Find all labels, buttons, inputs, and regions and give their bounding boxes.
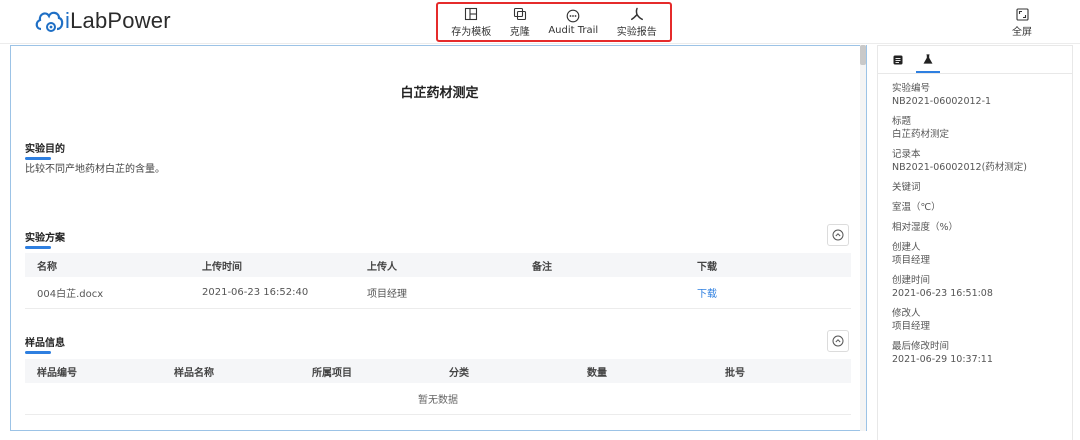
properties-tabs bbox=[878, 46, 1072, 74]
column-header: 分类 bbox=[449, 367, 469, 379]
cloud-logo-icon bbox=[34, 7, 64, 35]
scroll-thumb[interactable] bbox=[860, 45, 866, 65]
section-title-plan: 实验方案 bbox=[25, 229, 65, 249]
plan-table: 名称 上传时间 上传人 备注 下载 004白芷.docx 2021-06-23 … bbox=[25, 253, 851, 309]
prop-keywords: 关键词 bbox=[892, 181, 1072, 194]
prop-creator: 创建人 项目经理 bbox=[892, 241, 1072, 267]
audit-trail-button[interactable]: Audit Trail bbox=[548, 9, 598, 36]
table-row: 004白芷.docx 2021-06-23 16:52:40 项目经理 下载 bbox=[25, 277, 851, 309]
properties-panel: 实验编号 NB2021-06002012-1 标题白芷药材测定 记录本 NB2021… bbox=[877, 45, 1073, 440]
chevron-up-circle-icon bbox=[832, 335, 844, 347]
prop-key: 最后修改时间 bbox=[892, 341, 950, 352]
fullscreen-icon bbox=[1015, 8, 1029, 21]
clone-label: 克隆 bbox=[509, 26, 530, 38]
column-header: 上传人 bbox=[367, 261, 397, 273]
plan-table-header: 名称 上传时间 上传人 备注 下载 bbox=[25, 253, 851, 277]
prop-value: 2021-06-29 10:37:11 bbox=[892, 354, 993, 365]
uploader: 项目经理 bbox=[367, 289, 407, 300]
collapse-samples-button[interactable] bbox=[827, 330, 849, 352]
prop-created-time: 创建时间 2021-06-23 16:51:08 bbox=[892, 274, 1072, 300]
empty-state: 暂无数据 bbox=[25, 383, 851, 415]
prop-key: 室温（℃） bbox=[892, 202, 941, 213]
logo-text: iLabPower bbox=[65, 8, 171, 33]
prop-key: 创建时间 bbox=[892, 275, 931, 286]
prop-value: 2021-06-23 16:51:08 bbox=[892, 288, 993, 299]
tab-experiment[interactable] bbox=[916, 47, 940, 73]
column-header: 样品编号 bbox=[37, 367, 77, 379]
toolbar: 存为模板 克隆 Audit Trail 实验报告 bbox=[436, 2, 672, 42]
column-header: 所属项目 bbox=[312, 367, 352, 379]
prop-modifier: 修改人 项目经理 bbox=[892, 307, 1072, 333]
prop-key: 实验编号 bbox=[892, 83, 931, 94]
clone-icon bbox=[513, 7, 526, 20]
column-header: 名称 bbox=[37, 261, 57, 273]
tab-info[interactable] bbox=[886, 47, 910, 73]
purpose-text[interactable]: 比较不同产地药材白芷的含量。 bbox=[25, 160, 165, 175]
chevron-up-circle-icon bbox=[832, 229, 844, 241]
column-header: 样品名称 bbox=[174, 367, 214, 379]
fullscreen-button[interactable]: 全屏 bbox=[1012, 8, 1032, 38]
flask-icon bbox=[923, 54, 933, 64]
prop-relative-humidity: 相对湿度（%） bbox=[892, 221, 1072, 234]
prop-value: NB2021-06002012-1 bbox=[892, 96, 992, 107]
prop-room-temperature: 室温（℃） bbox=[892, 201, 1072, 214]
ilabpower-logo[interactable]: iLabPower bbox=[34, 6, 171, 36]
samples-table-header: 样品编号 样品名称 所属项目 分类 数量 批号 bbox=[25, 359, 851, 383]
prop-experiment-id: 实验编号 NB2021-06002012-1 bbox=[892, 82, 1072, 108]
clone-button[interactable]: 克隆 bbox=[510, 7, 530, 38]
prop-key: 记录本 bbox=[892, 149, 921, 160]
prop-value: NB2021-06002012(药材测定) bbox=[892, 162, 1027, 173]
audit-trail-label: Audit Trail bbox=[548, 24, 599, 36]
main-scrollbar[interactable] bbox=[860, 45, 866, 431]
prop-key: 相对湿度（%） bbox=[892, 222, 959, 233]
template-icon bbox=[465, 7, 478, 20]
prop-value: 白芷药材测定 bbox=[892, 129, 950, 140]
prop-notebook: 记录本 NB2021-06002012(药材测定) bbox=[892, 148, 1072, 174]
upload-time: 2021-06-23 16:52:40 bbox=[202, 287, 309, 298]
prop-value: 项目经理 bbox=[892, 255, 931, 266]
column-header: 上传时间 bbox=[202, 261, 242, 273]
prop-key: 关键词 bbox=[892, 182, 921, 193]
column-header: 备注 bbox=[532, 261, 552, 273]
prop-key: 创建人 bbox=[892, 242, 921, 253]
audit-trail-icon bbox=[566, 9, 580, 22]
prop-last-modified-time: 最后修改时间 2021-06-29 10:37:11 bbox=[892, 340, 1072, 366]
column-header: 数量 bbox=[587, 367, 607, 379]
section-title-samples: 样品信息 bbox=[25, 334, 65, 354]
prop-key: 修改人 bbox=[892, 308, 921, 319]
column-header: 下载 bbox=[697, 261, 717, 273]
experiment-report-button[interactable]: 实验报告 bbox=[617, 7, 657, 38]
file-name: 004白芷.docx bbox=[37, 289, 104, 300]
save-as-template-button[interactable]: 存为模板 bbox=[451, 7, 491, 38]
top-bar: iLabPower 存为模板 克隆 Audit Trail 实验报告 全屏 bbox=[0, 0, 1080, 44]
experiment-report-label: 实验报告 bbox=[616, 26, 657, 38]
collapse-plan-button[interactable] bbox=[827, 224, 849, 246]
download-link[interactable]: 下载 bbox=[685, 285, 850, 300]
info-icon bbox=[893, 55, 903, 65]
samples-table: 样品编号 样品名称 所属项目 分类 数量 批号 暂无数据 bbox=[25, 359, 851, 415]
prop-title: 标题 白芷药材测定 bbox=[892, 115, 1072, 141]
prop-value: 项目经理 bbox=[892, 321, 931, 332]
section-title-purpose: 实验目的 bbox=[25, 140, 65, 160]
prop-key: 标题 bbox=[892, 116, 912, 127]
properties-list: 实验编号 NB2021-06002012-1 标题白芷药材测定 记录本 NB2021… bbox=[878, 74, 1072, 366]
pdf-report-icon bbox=[630, 7, 643, 20]
column-header: 批号 bbox=[725, 367, 745, 379]
fullscreen-label: 全屏 bbox=[1012, 27, 1032, 38]
experiment-document: 白芷药材测定 实验目的 比较不同产地药材白芷的含量。 实验方案 名称 上传时间 … bbox=[10, 45, 867, 431]
save-as-template-label: 存为模板 bbox=[451, 26, 492, 38]
document-title: 白芷药材测定 bbox=[400, 86, 479, 101]
